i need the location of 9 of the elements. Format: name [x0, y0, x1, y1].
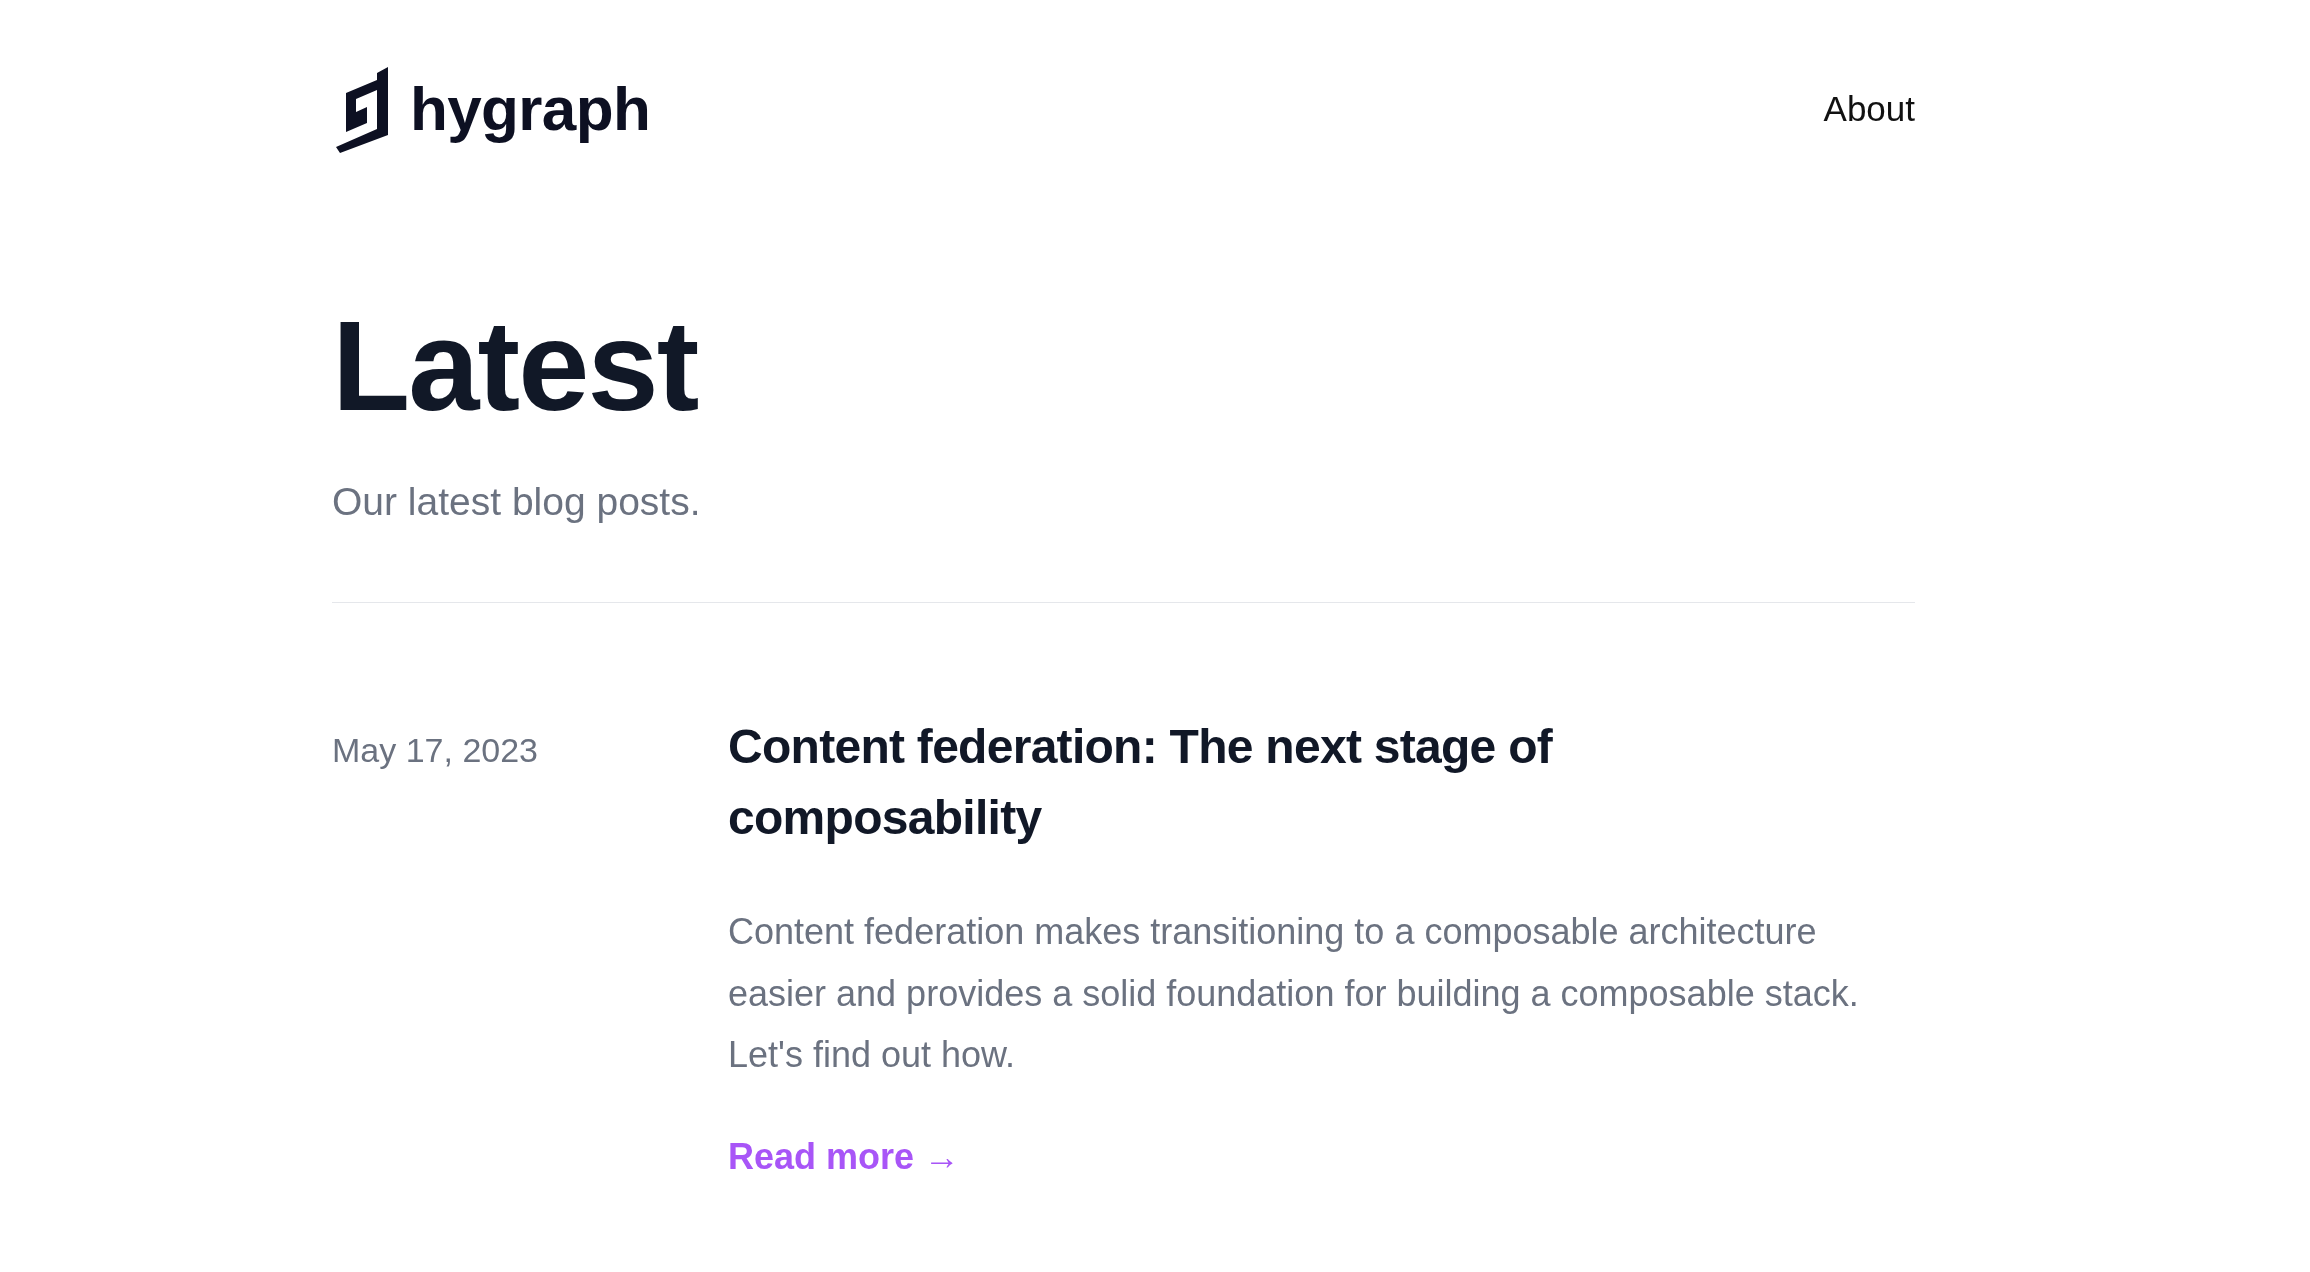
read-more-link[interactable]: Read more → — [728, 1129, 961, 1184]
logo-icon — [336, 65, 388, 153]
post-date: May 17, 2023 — [332, 730, 539, 771]
nav-link[interactable]: About — [1823, 86, 1915, 132]
post-title-link[interactable]: Content federation: The next stage of composability — [728, 711, 1588, 853]
home-logo-link[interactable]: hygraph — [332, 65, 651, 153]
page-title: Latest — [332, 302, 698, 430]
post-excerpt: Content federation makes transitioning to a composable architecture easier and provides a solid foundation for building a composable stack. Let's find out how. — [728, 910, 1860, 1077]
page-subtitle: Our latest blog posts. — [332, 479, 701, 525]
